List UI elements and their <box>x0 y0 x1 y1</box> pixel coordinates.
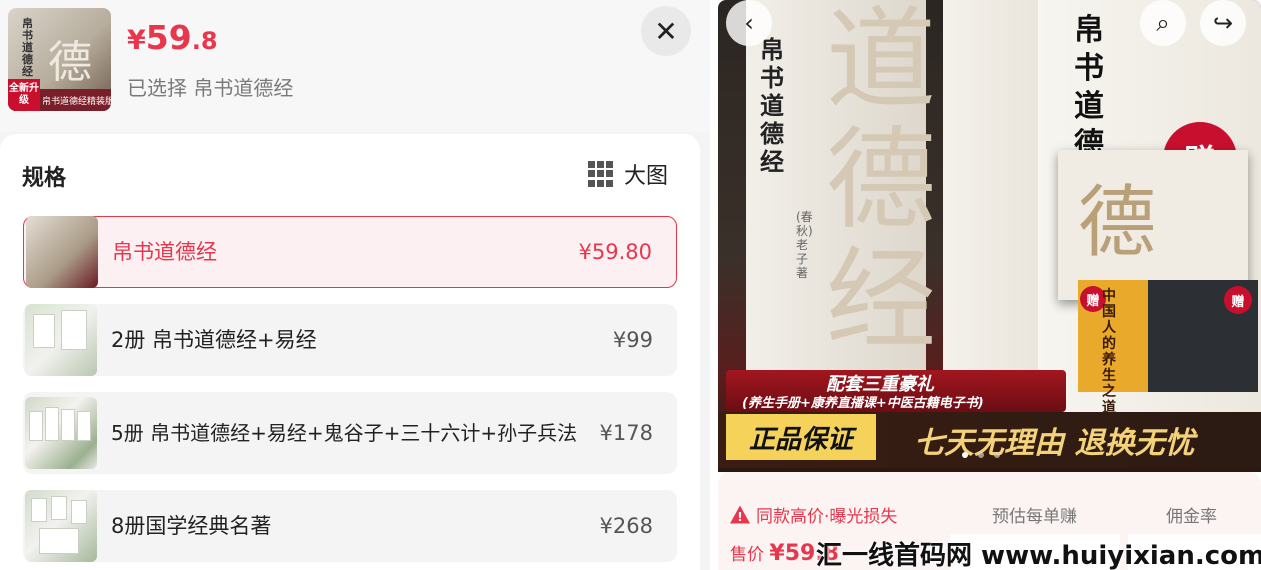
option-label: 2册 帛书道德经+易经 <box>111 328 317 352</box>
share-icon: ↪ <box>1212 9 1234 37</box>
spec-section-title: 规格 <box>22 166 67 191</box>
gift-tag-2: 赠 <box>1224 286 1252 314</box>
back-button[interactable]: ‹ <box>726 0 772 46</box>
option-price: ¥178 <box>599 421 653 445</box>
spec-option-3[interactable]: 5册 帛书道德经+易经+鬼谷子+三十六计+孙子兵法 ¥178 <box>23 392 677 474</box>
ribbon-subtitle: (养生手册+康养直播课+中医古籍电子书) <box>742 396 984 411</box>
product-thumbnail[interactable]: 帛书道德经 德 全新升级 帛书道德经精装版 <box>8 8 111 111</box>
option-thumbnail <box>25 304 97 376</box>
close-button[interactable]: ✕ <box>641 6 691 56</box>
estimated-earning-header: 预估每单赚 <box>992 507 1077 527</box>
cover-calligraphy: 道德经 <box>826 0 936 364</box>
current-price: ¥59.8 <box>127 18 218 57</box>
spec-option-2[interactable]: 2册 帛书道德经+易经 ¥99 <box>23 304 677 376</box>
option-price: ¥99 <box>612 328 653 352</box>
cover-title: 帛书道德经 <box>760 36 784 176</box>
big-view-toggle[interactable]: 大图 <box>588 158 668 190</box>
option-label: 8册国学经典名著 <box>111 514 272 538</box>
gift-ebook-card: 赠 <box>1148 280 1258 392</box>
gift-book-title: 中国人的养生之道 <box>1102 288 1116 416</box>
option-price: ¥268 <box>599 514 653 538</box>
big-view-label: 大图 <box>624 164 669 189</box>
selected-spec-text: 已选择 帛书道德经 <box>127 76 294 100</box>
carousel-dot[interactable] <box>978 452 984 458</box>
commission-rate-header: 佣金率 <box>1166 507 1217 527</box>
warning-text: 同款高价·曝光损失 <box>756 507 898 527</box>
price-currency: ¥ <box>127 25 146 56</box>
site-watermark: 汇一线首码网 www.huiyixian.com <box>816 541 1261 570</box>
product-image-carousel[interactable]: 帛书道德经 道德经 (春秋) 老子 著 帛书道德经 赠 德 赠 中国人的养生之道… <box>718 0 1261 472</box>
price-integer: 59 <box>145 18 192 57</box>
carousel-dots[interactable] <box>962 452 1000 458</box>
spec-option-1[interactable]: 帛书道德经 ¥59.80 <box>23 216 677 288</box>
search-icon: ⌕ <box>1156 9 1170 37</box>
return-policy-slogan: 七天无理由 退换无忧 <box>914 426 1195 461</box>
option-thumbnail <box>25 490 97 562</box>
book-cover-front: 帛书道德经 道德经 (春秋) 老子 著 <box>746 0 936 420</box>
gift-health-book: 赠 中国人的养生之道 <box>1078 280 1148 416</box>
option-label: 5册 帛书道德经+易经+鬼谷子+三十六计+孙子兵法 <box>111 421 578 445</box>
price-warning[interactable]: ! 同款高价·曝光损失 <box>730 502 897 527</box>
thumb-book-title: 帛书道德经 <box>22 17 33 78</box>
spec-option-4[interactable]: 8册国学经典名著 ¥268 <box>23 490 677 562</box>
spec-card: 规格 大图 帛书道德经 ¥59.80 2册 帛书道德经+易经 ¥99 5册 帛书… <box>0 134 700 570</box>
search-button[interactable]: ⌕ <box>1140 0 1186 46</box>
share-button[interactable]: ↪ <box>1200 0 1246 46</box>
carousel-dot[interactable] <box>994 452 1000 458</box>
thumb-band-text: 帛书道德经精装版 <box>42 97 111 107</box>
close-icon: ✕ <box>654 14 678 48</box>
thumb-big-char: 德 <box>48 37 92 88</box>
option-label: 帛书道德经 <box>112 240 217 264</box>
back-icon: ‹ <box>744 9 754 37</box>
grid-icon <box>588 161 614 187</box>
option-thumbnail <box>25 397 97 469</box>
warning-icon: ! <box>730 505 750 524</box>
cover-author: (春秋) 老子 著 <box>796 210 813 280</box>
genuine-badge: 正品保证 <box>726 414 876 460</box>
option-thumbnail <box>26 216 98 288</box>
product-detail-view: 帛书道德经 道德经 (春秋) 老子 著 帛书道德经 赠 德 赠 中国人的养生之道… <box>718 0 1261 570</box>
carousel-dot[interactable] <box>962 452 968 458</box>
gift-book-image: 德 <box>1058 150 1248 300</box>
thumb-badge: 全新升级 <box>8 79 40 111</box>
gift-ribbon: 配套三重豪礼 (养生手册+康养直播课+中医古籍电子书) <box>726 370 1066 412</box>
option-price: ¥59.80 <box>578 240 652 264</box>
sku-header: 帛书道德经 德 全新升级 帛书道德经精装版 ¥59.8 已选择 帛书道德经 ✕ <box>0 0 710 132</box>
price-decimal: .8 <box>191 27 218 55</box>
gift-book-char: 德 <box>1078 178 1157 268</box>
sale-label: 售价 <box>730 545 764 565</box>
sku-selector-panel: 帛书道德经 德 全新升级 帛书道德经精装版 ¥59.8 已选择 帛书道德经 ✕ … <box>0 0 710 570</box>
